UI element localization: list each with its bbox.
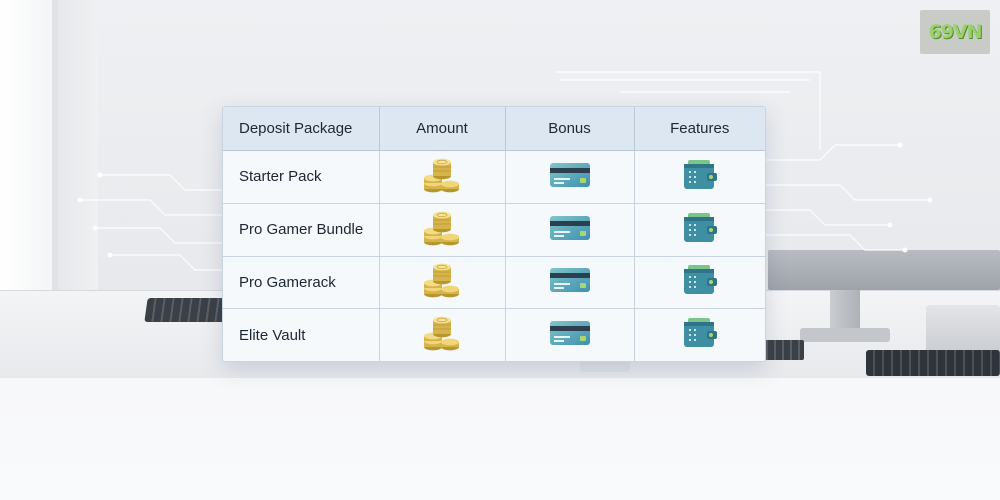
package-name-cell: Starter Pack	[223, 150, 380, 204]
column-header-features: Features	[634, 107, 765, 151]
table-row-3: Pro Gamerack	[223, 256, 765, 310]
table-header-row: Deposit Package Amount Bonus Features	[223, 107, 765, 151]
amount-cell	[379, 308, 506, 361]
wallet-icon	[682, 212, 718, 244]
coins-stack-icon	[421, 314, 463, 352]
bonus-cell	[505, 256, 635, 310]
features-cell	[634, 256, 765, 310]
deposit-package-table: Deposit Package Amount Bonus Features St…	[223, 107, 765, 361]
table-row-1: Starter Pack	[223, 150, 765, 204]
table-row-4: Elite Vault	[223, 308, 765, 361]
floor-area	[0, 378, 1000, 500]
features-cell	[634, 309, 765, 361]
wallet-icon	[682, 159, 718, 191]
bonus-cell	[505, 150, 635, 204]
coins-stack-icon	[421, 261, 463, 299]
column-header-bonus: Bonus	[505, 107, 635, 151]
credit-card-icon	[549, 319, 591, 347]
features-cell	[634, 203, 765, 257]
amount-cell	[379, 150, 506, 204]
column-header-deposit-package: Deposit Package	[223, 107, 380, 151]
features-cell	[634, 150, 765, 204]
credit-card-icon	[549, 214, 591, 242]
wallet-icon	[682, 317, 718, 349]
table-row-2: Pro Gamer Bundle	[223, 203, 765, 257]
brand-logo-text: 69VN	[928, 21, 982, 43]
amount-cell	[379, 256, 506, 310]
credit-card-icon	[549, 266, 591, 294]
package-name-cell: Pro Gamerack	[223, 256, 380, 310]
deposit-package-table-card: Deposit Package Amount Bonus Features St…	[222, 106, 766, 362]
column-header-amount: Amount	[379, 107, 506, 151]
amount-cell	[379, 203, 506, 257]
coins-stack-icon	[421, 209, 463, 247]
bonus-cell	[505, 203, 635, 257]
bonus-cell	[505, 308, 635, 361]
brand-logo[interactable]: 69VN	[920, 10, 990, 54]
package-name-cell: Pro Gamer Bundle	[223, 203, 380, 257]
coins-stack-icon	[421, 156, 463, 194]
wallet-icon	[682, 264, 718, 296]
package-name-cell: Elite Vault	[223, 308, 380, 361]
credit-card-icon	[549, 161, 591, 189]
